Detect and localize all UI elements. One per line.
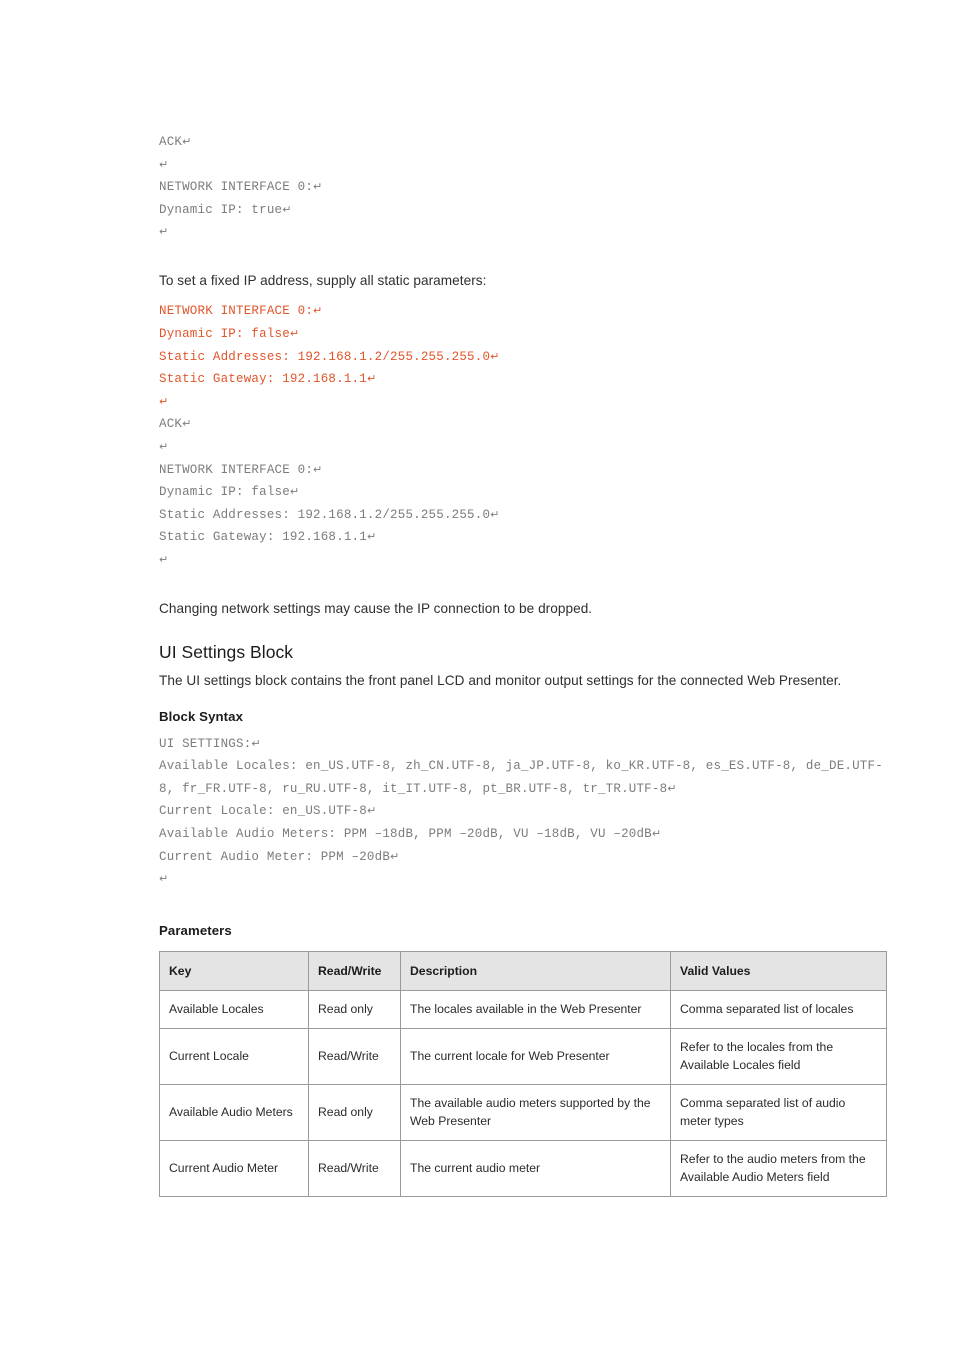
code-line: Static Addresses: 192.168.1.2/255.255.25…	[159, 349, 500, 364]
return-arrow-icon: ↵	[313, 462, 323, 476]
code-line: ↵	[159, 221, 886, 244]
code-line: Available Audio Meters: PPM –18dB, PPM –…	[159, 826, 662, 841]
document-page: ACK↵ ↵ NETWORK INTERFACE 0:↵ Dynamic IP: tr…	[0, 0, 954, 1350]
cell-description: The available audio meters supported by …	[400, 1083, 671, 1141]
code-line: Dynamic IP: true↵	[159, 202, 292, 217]
static-params-intro-paragraph: To set a fixed IP address, supply all st…	[159, 272, 487, 288]
cell-key: Current Locale	[159, 1027, 309, 1085]
return-arrow-icon: ↵	[651, 826, 662, 840]
return-arrow-icon: ↵	[251, 736, 261, 750]
block-syntax-label: Block Syntax	[159, 708, 244, 724]
code-line: NETWORK INTERFACE 0:↵	[159, 462, 323, 477]
return-arrow-icon: ↵	[159, 440, 169, 454]
code-line: Available Locales: en_US.UTF-8, zh_CN.UT…	[159, 759, 883, 796]
section-heading-ui-settings-block: UI Settings Block	[159, 642, 294, 663]
code-line: Static Gateway: 192.168.1.1↵	[159, 530, 377, 545]
cell-description: The locales available in the Web Present…	[400, 990, 671, 1029]
code-block-static-ip-command: NETWORK INTERFACE 0:↵ Dynamic IP: false↵ S…	[159, 300, 886, 413]
parameters-table: Key Read/Write Description Valid Values …	[159, 950, 887, 1197]
code-block-dynamic-ip-response: ACK↵ ↵ NETWORK INTERFACE 0:↵ Dynamic IP: tr…	[159, 131, 886, 244]
table-body: Available Locales Read only The locales …	[159, 990, 887, 1197]
table-row: Current Audio Meter Read/Write The curre…	[159, 1139, 887, 1197]
table-row: Current Locale Read/Write The current lo…	[159, 1027, 887, 1085]
code-line: ↵	[159, 549, 886, 572]
cell-description: The current locale for Web Presenter	[400, 1027, 671, 1085]
cell-read-write: Read/Write	[308, 1027, 401, 1085]
code-line: Dynamic IP: false↵	[159, 485, 300, 500]
return-arrow-icon: ↵	[390, 849, 400, 863]
code-line: ACK↵	[159, 135, 192, 149]
return-arrow-icon: ↵	[366, 372, 377, 386]
cell-valid-values: Refer to the audio meters from the Avail…	[670, 1139, 887, 1197]
return-arrow-icon: ↵	[313, 304, 323, 318]
return-arrow-icon: ↵	[366, 530, 377, 544]
cell-valid-values: Comma separated list of locales	[670, 990, 887, 1029]
table-header-valid-values: Valid Values	[670, 950, 887, 992]
code-line: Static Gateway: 192.168.1.1↵	[159, 372, 377, 387]
code-line: ↵	[159, 436, 886, 459]
return-arrow-icon: ↵	[490, 507, 500, 521]
cell-read-write: Read only	[308, 990, 401, 1029]
return-arrow-icon: ↵	[313, 180, 323, 194]
return-arrow-icon: ↵	[182, 135, 192, 148]
code-line: ↵	[159, 154, 886, 177]
return-arrow-icon: ↵	[159, 872, 169, 886]
code-line: ↵	[159, 868, 886, 891]
code-line: Current Audio Meter: PPM –20dB↵	[159, 849, 400, 864]
return-arrow-icon: ↵	[490, 349, 500, 363]
cell-description: The current audio meter	[400, 1139, 671, 1197]
code-line: ACK↵	[159, 417, 192, 432]
code-line: ↵	[159, 391, 886, 414]
return-arrow-icon: ↵	[159, 553, 169, 566]
code-line: NETWORK INTERFACE 0:↵	[159, 304, 323, 319]
return-arrow-icon: ↵	[182, 417, 192, 431]
return-arrow-icon: ↵	[159, 394, 169, 408]
code-line: Dynamic IP: false↵	[159, 327, 300, 342]
cell-read-write: Read/Write	[308, 1139, 401, 1197]
code-line: NETWORK INTERFACE 0:↵	[159, 180, 323, 195]
parameters-label: Parameters	[159, 922, 232, 938]
return-arrow-icon: ↵	[289, 327, 300, 341]
table-header-row: Key Read/Write Description Valid Values	[159, 950, 887, 992]
return-arrow-icon: ↵	[159, 157, 169, 171]
code-line: Static Addresses: 192.168.1.2/255.255.25…	[159, 507, 500, 522]
cell-key: Available Locales	[159, 990, 309, 1029]
table-header-description: Description	[400, 950, 671, 992]
code-line: UI SETTINGS:↵	[159, 736, 261, 751]
return-arrow-icon: ↵	[366, 804, 377, 818]
cell-valid-values: Refer to the locales from the Available …	[670, 1027, 887, 1085]
table-header-read-write: Read/Write	[308, 950, 401, 992]
network-dropped-note-paragraph: Changing network settings may cause the …	[159, 600, 593, 616]
table-header-key: Key	[159, 950, 309, 992]
code-line: Current Locale: en_US.UTF-8↵	[159, 804, 377, 819]
cell-key: Available Audio Meters	[159, 1083, 309, 1141]
cell-key: Current Audio Meter	[159, 1139, 309, 1197]
return-arrow-icon: ↵	[667, 781, 677, 795]
table-row: Available Audio Meters Read only The ava…	[159, 1083, 887, 1141]
return-arrow-icon: ↵	[159, 225, 169, 239]
cell-read-write: Read only	[308, 1083, 401, 1141]
code-block-static-ip-response: ACK↵ ↵ NETWORK INTERFACE 0:↵ Dynamic IP: fa…	[159, 413, 886, 571]
code-block-ui-settings: UI SETTINGS:↵ Available Locales: en_US.UT…	[159, 733, 886, 891]
page-content: ACK↵ ↵ NETWORK INTERFACE 0:↵ Dynamic IP: tr…	[159, 131, 887, 1197]
return-arrow-icon: ↵	[289, 485, 300, 499]
cell-valid-values: Comma separated list of audio meter type…	[670, 1083, 887, 1141]
return-arrow-icon: ↵	[282, 202, 292, 216]
table-row: Available Locales Read only The locales …	[159, 990, 887, 1029]
section-description-paragraph: The UI settings block contains the front…	[159, 673, 842, 689]
